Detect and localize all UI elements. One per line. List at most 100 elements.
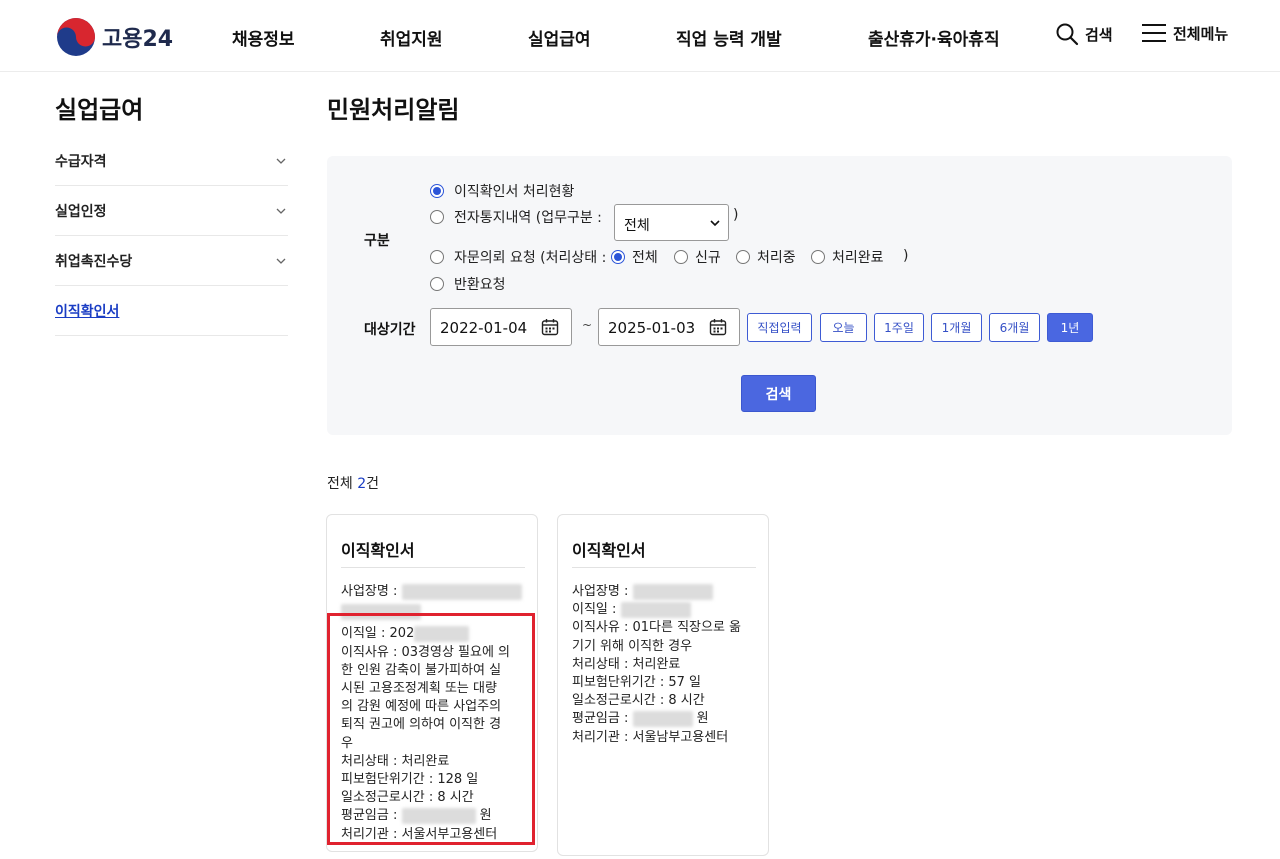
sidebar-item-label: 수급자격 — [55, 153, 107, 170]
radio-separation-status[interactable]: 이직확인서 처리현황 — [430, 181, 574, 201]
insured-period-row: 피보험단위기간 : 57 일 — [572, 675, 701, 691]
status-row: 처리상태 : 처리완료 — [572, 656, 681, 672]
chevron-down-icon — [276, 158, 286, 164]
results-total-suffix: 건 — [366, 476, 380, 492]
radio-label: 처리완료 — [832, 250, 884, 266]
sidebar-item-label: 취업촉진수당 — [55, 253, 133, 270]
card-divider — [341, 567, 525, 568]
search-icon — [1056, 23, 1079, 46]
sidebar-title: 실업급여 — [55, 96, 144, 124]
radio-button[interactable] — [430, 210, 444, 224]
close-paren: ) — [903, 248, 909, 264]
gnb-item-parental-leave[interactable]: 출산휴가·육아휴직 — [868, 25, 1000, 50]
redacted-company — [632, 583, 713, 600]
sidebar-item-label: 이직확인서 — [55, 303, 120, 320]
leave-date-label: 이직일 : — [572, 602, 621, 618]
all-menu-label: 전체메뉴 — [1173, 24, 1229, 43]
period-label: 대상기간 — [364, 322, 416, 338]
date-from-input[interactable]: 2022-01-04 — [430, 308, 572, 346]
avg-wage-label: 평균임금 : — [572, 711, 633, 727]
chevron-down-icon — [276, 208, 286, 214]
gnb-item-job-skills[interactable]: 직업 능력 개발 — [676, 25, 782, 50]
search-label: 검색 — [1085, 25, 1113, 44]
sidebar-item-promotion-allowance[interactable]: 취업촉진수당 — [55, 236, 288, 286]
gnb-item-employment-support[interactable]: 취업지원 — [380, 25, 443, 50]
date-from-value: 2022-01-04 — [440, 319, 528, 337]
period-button-1week[interactable]: 1주일 — [874, 313, 924, 342]
radio-status-completed[interactable]: 처리완료 — [811, 247, 884, 267]
government-emblem-icon — [57, 18, 95, 56]
sidebar-item-separation-confirmation[interactable]: 이직확인서 — [55, 286, 288, 336]
card-body: 사업장명 : 이직일 : 이직사유 : 01다른 직장으로 옮 기기 위해 이직… — [572, 583, 762, 747]
radio-label: 이직확인서 처리현황 — [454, 184, 575, 200]
date-to-value: 2025-01-03 — [608, 319, 696, 337]
sidebar-menu: 수급자격 실업인정 취업촉진수당 이직확인서 — [55, 136, 288, 336]
sidebar-item-eligibility[interactable]: 수급자격 — [55, 136, 288, 186]
agency-row: 처리기관 : 서울남부고용센터 — [572, 729, 729, 745]
site-header: 고용24 채용정보 취업지원 실업급여 직업 능력 개발 출산휴가·육아휴직 검… — [0, 0, 1280, 72]
work-type-select[interactable]: 전체 — [614, 204, 729, 241]
close-paren: ) — [733, 207, 739, 223]
radio-button[interactable] — [430, 184, 444, 198]
all-menu-button[interactable]: 전체메뉴 — [1141, 22, 1228, 44]
redacted-date — [620, 601, 691, 618]
card-title: 이직확인서 — [341, 541, 415, 560]
calendar-icon[interactable] — [541, 318, 559, 336]
chevron-down-icon — [710, 220, 720, 227]
chevron-down-icon — [276, 258, 286, 264]
radio-label: 자문의뢰 요청 (처리상태 : — [454, 250, 607, 266]
avg-wage-unit: 원 — [692, 711, 709, 727]
radio-label: 반환요청 — [454, 277, 506, 293]
gnb-item-jobs[interactable]: 채용정보 — [232, 25, 295, 50]
period-button-today[interactable]: 오늘 — [820, 313, 867, 342]
radio-status-all[interactable]: 전체 — [611, 247, 658, 267]
page-title: 민원처리알림 — [327, 96, 460, 124]
radio-button[interactable] — [430, 250, 444, 264]
site-logo[interactable]: 고용24 — [56, 17, 173, 57]
highlight-box — [327, 613, 535, 845]
calendar-icon[interactable] — [709, 318, 727, 336]
result-card[interactable]: 이직확인서 사업장명 : 이직일 : 이직사유 : 01다른 직장으로 옮 기기… — [557, 514, 769, 856]
period-button-6months[interactable]: 6개월 — [989, 313, 1040, 342]
sidebar-item-recognition[interactable]: 실업인정 — [55, 186, 288, 236]
search-submit-button[interactable]: 검색 — [741, 375, 816, 412]
period-button-1month[interactable]: 1개월 — [931, 313, 982, 342]
brand-name: 고용24 — [102, 27, 174, 52]
radio-button[interactable] — [736, 250, 750, 264]
radio-button[interactable] — [811, 250, 825, 264]
radio-button[interactable] — [611, 250, 625, 264]
radio-label: 처리중 — [757, 250, 796, 266]
radio-e-notice[interactable]: 전자통지내역 (업무구분 : — [430, 207, 602, 227]
daily-hours-row: 일소정근로시간 : 8 시간 — [572, 693, 705, 709]
radio-return-request[interactable]: 반환요청 — [430, 274, 506, 294]
card-divider — [572, 567, 756, 568]
category-label: 구분 — [364, 233, 390, 249]
company-label: 사업장명 : — [341, 584, 402, 599]
results-total: 전체 2건 — [327, 473, 379, 493]
date-to-input[interactable]: 2025-01-03 — [598, 308, 740, 346]
radio-button[interactable] — [674, 250, 688, 264]
radio-status-processing[interactable]: 처리중 — [736, 247, 796, 267]
reason-row: 이직사유 : 01다른 직장으로 옮 기기 위해 이직한 경우 — [572, 620, 742, 654]
company-row: 사업장명 : — [341, 583, 527, 601]
avg-wage-row: 평균임금 : 원 — [572, 710, 762, 728]
redacted-company — [401, 583, 522, 600]
results-total-prefix: 전체 — [327, 476, 358, 492]
gnb-item-unemployment-benefits[interactable]: 실업급여 — [528, 25, 591, 50]
radio-button[interactable] — [430, 277, 444, 291]
radio-label: 신규 — [695, 250, 721, 266]
company-row: 사업장명 : — [572, 583, 762, 601]
sidebar-item-label: 실업인정 — [55, 203, 107, 220]
period-button-custom[interactable]: 직접입력 — [747, 313, 812, 342]
radio-advisory-request[interactable]: 자문의뢰 요청 (처리상태 : — [430, 247, 606, 267]
redacted-wage — [632, 710, 693, 727]
work-type-select-value: 전체 — [624, 218, 650, 234]
leave-date-row: 이직일 : — [572, 601, 762, 619]
search-button[interactable]: 검색 — [1055, 22, 1113, 46]
date-range-separator: ~ — [582, 318, 593, 332]
radio-status-new[interactable]: 신규 — [674, 247, 721, 267]
results-total-count: 2 — [357, 476, 367, 492]
radio-label: 전체 — [632, 250, 658, 266]
period-button-1year[interactable]: 1년 — [1047, 313, 1093, 342]
company-label: 사업장명 : — [572, 584, 633, 599]
